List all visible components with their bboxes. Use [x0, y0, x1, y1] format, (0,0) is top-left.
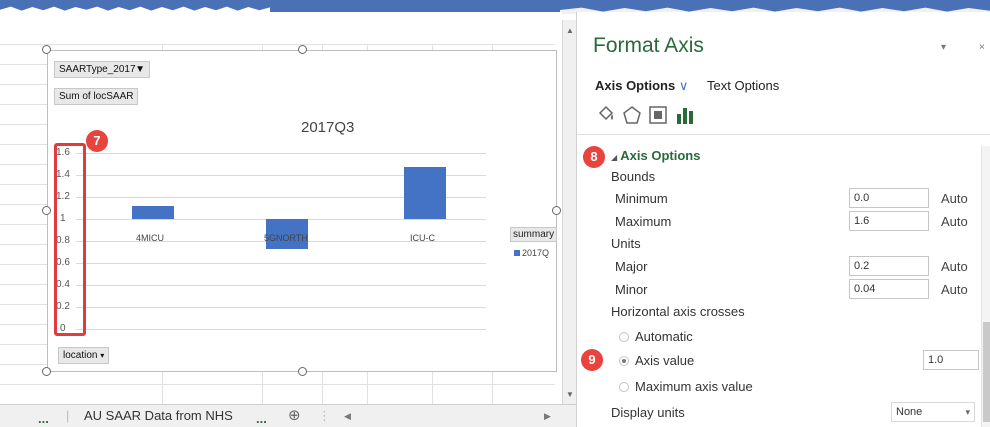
- maximum-label: Maximum: [615, 214, 672, 229]
- value-field-button[interactable]: Sum of locSAAR: [54, 88, 139, 105]
- step-badge-9: 9: [581, 349, 603, 371]
- minor-auto-button[interactable]: Auto: [941, 282, 968, 297]
- chart-resize-handle[interactable]: [42, 206, 51, 215]
- tab-scroll-right[interactable]: ...: [256, 411, 267, 426]
- maximum-axis-value-label[interactable]: Maximum axis value: [635, 379, 753, 394]
- axis-options-icon[interactable]: [675, 104, 697, 126]
- pane-options-icon[interactable]: ▾: [941, 42, 946, 53]
- filter-icon: ▼: [135, 64, 145, 75]
- sheet-vertical-scrollbar[interactable]: ▲ ▼: [562, 20, 576, 404]
- chart-resize-handle[interactable]: [42, 45, 51, 54]
- effects-icon[interactable]: [621, 104, 643, 126]
- section-axis-options[interactable]: ◢ Axis Options: [611, 148, 700, 163]
- tab-divider: |: [66, 408, 70, 423]
- display-units-select[interactable]: None ▾: [891, 402, 975, 422]
- category-label: 5GNORTH: [264, 233, 308, 243]
- pane-vertical-scrollbar[interactable]: [981, 146, 990, 427]
- add-sheet-icon[interactable]: ⊕: [288, 406, 301, 424]
- scroll-up-icon[interactable]: ▲: [563, 24, 577, 38]
- bar-4micu[interactable]: [132, 205, 174, 219]
- chart-resize-handle[interactable]: [298, 367, 307, 376]
- chart-resize-handle[interactable]: [298, 45, 307, 54]
- display-units-label: Display units: [611, 405, 685, 420]
- minimum-input[interactable]: 0.0: [849, 188, 929, 208]
- chart-resize-handle[interactable]: [42, 367, 51, 376]
- axis-value-radio[interactable]: [619, 356, 629, 366]
- filter-field-button[interactable]: SAARType_2017 ▼: [54, 61, 150, 78]
- scroll-down-icon[interactable]: ▼: [563, 388, 577, 402]
- automatic-label[interactable]: Automatic: [635, 329, 693, 344]
- tab-axis-options[interactable]: Axis Options ∨: [595, 78, 688, 94]
- chevron-down-icon: ∨: [678, 78, 689, 93]
- minor-label: Minor: [615, 282, 648, 297]
- chevron-down-icon: ▾: [965, 407, 970, 417]
- pane-separator: [577, 134, 990, 135]
- format-axis-pane: Format Axis ▾ × Axis Options ∨ Text Opti…: [576, 12, 990, 427]
- minor-input[interactable]: 0.04: [849, 279, 929, 299]
- step-badge-7: 7: [86, 130, 108, 152]
- minimum-label: Minimum: [615, 191, 668, 206]
- scroll-right-icon[interactable]: ▶: [544, 411, 551, 422]
- axis-field-button[interactable]: location ▾: [58, 347, 110, 364]
- units-label: Units: [611, 236, 641, 251]
- size-properties-icon[interactable]: [647, 104, 669, 126]
- pane-title: Format Axis: [593, 34, 704, 57]
- minimum-auto-button[interactable]: Auto: [941, 191, 968, 206]
- step-badge-8: 8: [583, 146, 605, 168]
- horizontal-axis-crosses-label: Horizontal axis crosses: [611, 304, 745, 319]
- maximum-auto-button[interactable]: Auto: [941, 214, 968, 229]
- legend-swatch: [514, 250, 520, 256]
- category-label: ICU-C: [410, 233, 435, 243]
- pane-scroll-thumb[interactable]: [983, 322, 990, 422]
- maximum-axis-value-radio[interactable]: [619, 382, 629, 392]
- axis-value-label[interactable]: Axis value: [635, 353, 694, 368]
- tab-scroll-left[interactable]: ...: [38, 411, 49, 426]
- legend-entry: 2017Q: [514, 248, 549, 258]
- chart-resize-handle[interactable]: [552, 206, 561, 215]
- chart-title[interactable]: 2017Q3: [301, 119, 354, 136]
- major-label: Major: [615, 259, 648, 274]
- legend-field-button[interactable]: summary: [510, 227, 558, 242]
- pivot-chart[interactable]: SAARType_2017 ▼ Sum of locSAAR 2017Q3 1.…: [47, 50, 558, 372]
- sheet-tab-bar: ... | AU SAAR Data from NHS ... ⊕ ⋮ ◀ ▶: [0, 404, 576, 427]
- scroll-left-icon[interactable]: ◀: [344, 411, 351, 422]
- sheet-tab-au-saar[interactable]: AU SAAR Data from NHS: [84, 408, 233, 423]
- category-label: 4MICU: [136, 233, 165, 243]
- automatic-radio[interactable]: [619, 332, 629, 342]
- tab-divider: ⋮: [318, 408, 331, 423]
- dropdown-icon: ▾: [100, 351, 105, 360]
- maximum-input[interactable]: 1.6: [849, 211, 929, 231]
- axis-value-input[interactable]: 1.0: [923, 350, 979, 370]
- tab-text-options[interactable]: Text Options: [707, 78, 779, 93]
- collapse-icon: ◢: [611, 153, 618, 162]
- bounds-label: Bounds: [611, 169, 656, 184]
- close-icon[interactable]: ×: [979, 42, 985, 53]
- major-input[interactable]: 0.2: [849, 256, 929, 276]
- major-auto-button[interactable]: Auto: [941, 259, 968, 274]
- axis-highlight-box: [54, 143, 86, 336]
- fill-line-icon[interactable]: [595, 104, 617, 126]
- bar-icu-c[interactable]: [404, 167, 446, 219]
